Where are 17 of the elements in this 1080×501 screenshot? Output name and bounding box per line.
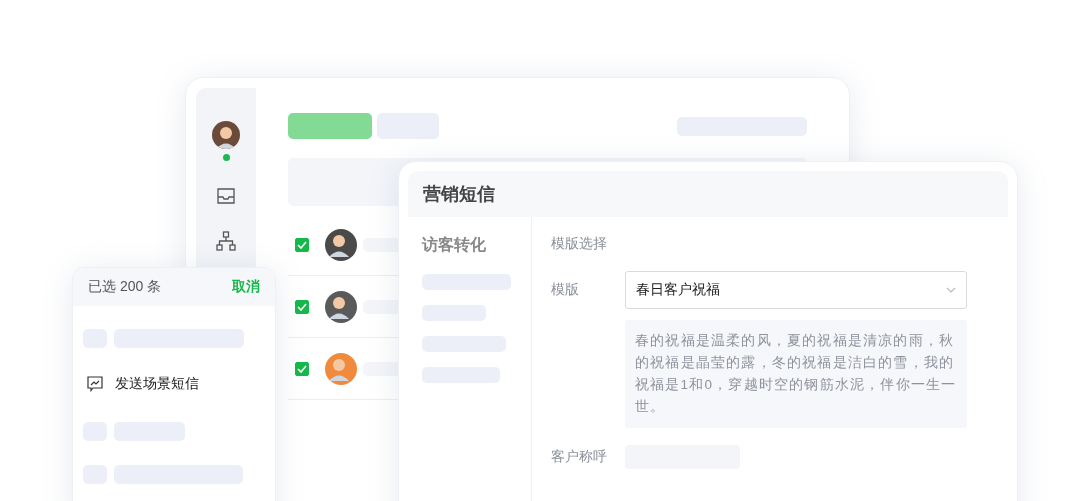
field-label: 模版 bbox=[551, 281, 580, 299]
template-preview: 春的祝福是温柔的风，夏的祝福是清凉的雨，秋的祝福是晶莹的露，冬的祝福是洁白的雪，我的祝福是1和0，穿越时空的钢筋水泥，伴你一生一世。 bbox=[625, 320, 967, 428]
window-title: 营销短信 bbox=[408, 171, 1008, 217]
template-select[interactable]: 春日客户祝福 bbox=[625, 271, 967, 309]
inbox-icon[interactable] bbox=[216, 187, 236, 205]
chevron-down-icon bbox=[946, 287, 956, 293]
user-avatar[interactable] bbox=[212, 121, 240, 149]
row-checkbox[interactable] bbox=[295, 361, 309, 376]
selected-count: 已选 200 条 bbox=[88, 278, 162, 296]
nav-item[interactable]: 访客转化 bbox=[422, 235, 517, 256]
section-title: 模版选择 bbox=[551, 235, 608, 253]
field-label: 客户称呼 bbox=[551, 448, 608, 466]
send-sms-action[interactable]: 发送场景短信 bbox=[73, 364, 275, 404]
hierarchy-icon[interactable] bbox=[216, 231, 236, 251]
chart-message-icon bbox=[87, 376, 103, 392]
row-checkbox[interactable] bbox=[295, 299, 309, 314]
row-checkbox[interactable] bbox=[295, 237, 309, 252]
